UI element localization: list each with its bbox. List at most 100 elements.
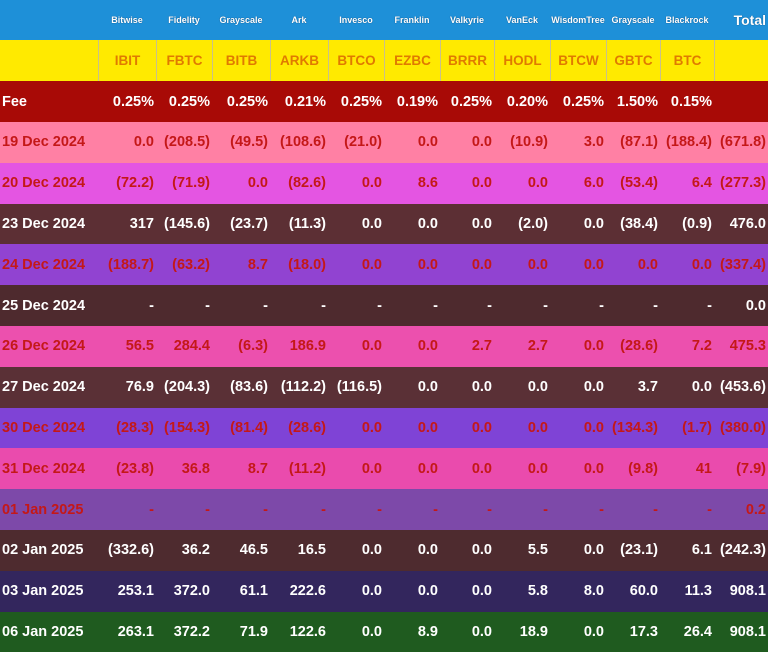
ticker-cell: BRRR [440, 40, 494, 81]
row-value: 0.0 [361, 256, 382, 273]
column-header [0, 0, 98, 40]
row-date: 19 Dec 2024 [2, 134, 86, 151]
row-date: 01 Jan 2025 [2, 501, 84, 518]
row-value: (38.4) [620, 215, 658, 232]
row-value: 5.5 [527, 542, 548, 559]
row-value: 0.0 [527, 460, 548, 477]
row-value: 8.7 [247, 460, 268, 477]
row-value: 0.0 [417, 134, 438, 151]
row-value: - [377, 501, 382, 518]
row-total: (380.0) [720, 419, 766, 436]
row-value: 0.0 [583, 419, 604, 436]
row-date: 30 Dec 2024 [2, 419, 86, 436]
column-header: Fidelity [156, 0, 212, 40]
row-value: 0.0 [691, 256, 712, 273]
row-value: - [263, 501, 268, 518]
row-value: 0.0 [361, 583, 382, 600]
row-value: (28.3) [116, 419, 154, 436]
row-value: - [149, 297, 154, 314]
row-value: (28.6) [288, 419, 326, 436]
table-row: 30 Dec 2024 (28.3) (154.3) (81.4) (28.6) 0.0 0… [0, 407, 768, 449]
row-value: (112.2) [280, 379, 326, 396]
column-header: Blackrock [660, 0, 714, 40]
row-value: 0.0 [417, 379, 438, 396]
table-row: 23 Dec 2024 317 (145.6) (23.7) (11.3) 0.0 0.0 0… [0, 203, 768, 245]
row-value: 6.4 [691, 175, 712, 192]
row-value: 0.0 [361, 215, 382, 232]
row-total: (242.3) [720, 542, 766, 559]
row-value: 0.0 [583, 215, 604, 232]
column-header: Franklin [384, 0, 440, 40]
row-value: (53.4) [620, 175, 658, 192]
column-header: Total [714, 0, 768, 40]
row-value: 0.0 [527, 175, 548, 192]
row-total: (337.4) [720, 256, 766, 273]
table-row: 24 Dec 2024 (188.7) (63.2) 8.7 (18.0) 0.0 0.0 0… [0, 244, 768, 286]
fee-value: 0.25% [168, 93, 210, 110]
row-date: 06 Jan 2025 [2, 623, 84, 640]
row-value: 0.0 [471, 623, 492, 640]
row-value: 0.0 [637, 256, 658, 273]
row-value: 0.0 [133, 134, 154, 151]
row-value: 0.0 [471, 460, 492, 477]
row-value: 3.0 [583, 134, 604, 151]
row-value: 0.0 [361, 419, 382, 436]
row-value: 0.0 [583, 542, 604, 559]
row-value: - [653, 297, 658, 314]
fee-value: 0.15% [670, 93, 712, 110]
row-value: (11.2) [288, 460, 326, 477]
row-value: 60.0 [629, 583, 658, 600]
row-date: 03 Jan 2025 [2, 583, 84, 600]
row-value: (23.8) [116, 460, 154, 477]
row-value: 0.0 [471, 256, 492, 273]
row-value: 372.2 [173, 623, 210, 640]
row-total: 476.0 [729, 215, 766, 232]
row-value: 0.0 [471, 419, 492, 436]
row-date: 26 Dec 2024 [2, 338, 86, 355]
row-value: - [205, 297, 210, 314]
row-value: - [263, 297, 268, 314]
row-value: 0.0 [417, 215, 438, 232]
etf-flows-table: Bitwise Fidelity Grayscale Ark Invesco Frankl… [0, 0, 768, 652]
row-value: - [543, 297, 548, 314]
row-value: 0.0 [417, 583, 438, 600]
ticker-row: IBIT FBTC BITB ARKB BTCO EZBC BRRR HODL BTCW GBTC… [0, 40, 768, 81]
row-value: (63.2) [172, 256, 210, 273]
row-value: 8.6 [417, 175, 438, 192]
row-value: 0.0 [471, 175, 492, 192]
row-value: 3.7 [637, 379, 658, 396]
row-total: (7.9) [736, 460, 766, 477]
row-value: 263.1 [117, 623, 154, 640]
row-value: (49.5) [230, 134, 268, 151]
row-value: - [321, 297, 326, 314]
row-value: 317 [129, 215, 154, 232]
row-value: (108.6) [280, 134, 326, 151]
fee-value: 0.25% [450, 93, 492, 110]
row-value: (332.6) [108, 542, 154, 559]
row-value: 17.3 [629, 623, 658, 640]
row-value: 0.0 [471, 134, 492, 151]
row-value: 186.9 [289, 338, 326, 355]
table-row: 01 Jan 2025 - - - - - - - - - - - 0.2 [0, 489, 768, 530]
ticker-cell: IBIT [98, 40, 156, 81]
ticker-cell: BTC [660, 40, 714, 81]
row-value: (83.6) [230, 379, 268, 396]
row-value: (71.9) [172, 175, 210, 192]
fee-value [714, 81, 768, 122]
row-value: (2.0) [518, 215, 548, 232]
ticker-cell: BTCW [550, 40, 606, 81]
row-total: (277.3) [720, 175, 766, 192]
fee-value: 0.20% [506, 93, 548, 110]
ticker-cell [714, 40, 768, 81]
row-value: 0.0 [471, 215, 492, 232]
row-value: 0.0 [361, 175, 382, 192]
table-row: 25 Dec 2024 - - - - - - - - - - - 0.0 [0, 285, 768, 326]
row-value: 0.0 [361, 338, 382, 355]
ticker-cell: HODL [494, 40, 550, 81]
row-value: 0.0 [691, 379, 712, 396]
row-date: 31 Dec 2024 [2, 460, 86, 477]
row-value: (0.9) [682, 215, 712, 232]
row-date: 25 Dec 2024 [2, 297, 86, 314]
row-value: 0.0 [471, 542, 492, 559]
column-header: Grayscale [212, 0, 270, 40]
